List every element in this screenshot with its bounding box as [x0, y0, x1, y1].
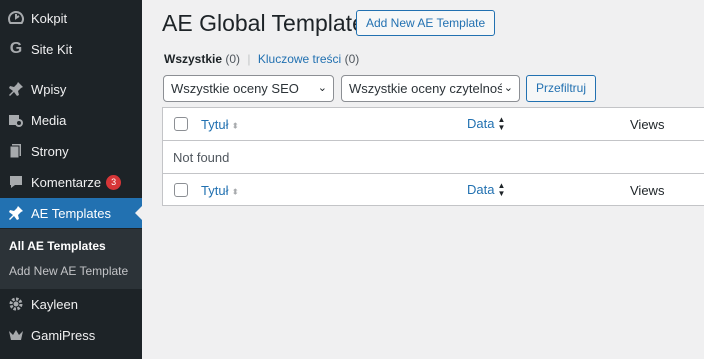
sort-desc-icon: ▲ ▼ — [497, 181, 506, 199]
view-filter-links: Wszystkie (0) | Kluczowe treści (0) — [164, 52, 359, 66]
column-date-footer[interactable]: Data ▲ ▼ — [467, 182, 505, 199]
view-all-count: (0) — [225, 52, 241, 66]
sort-icon: ⬍ — [231, 187, 240, 197]
column-views-footer: Views — [630, 182, 665, 198]
column-title-header[interactable]: Tytuł ⬍ — [201, 117, 239, 132]
column-date-label: Data — [467, 181, 495, 197]
submenu-all-ae-templates[interactable]: All AE Templates — [9, 239, 106, 253]
view-cornerstone-count: (0) — [344, 52, 360, 66]
table-header-row: Tytuł ⬍ Data ▲ ▼ Views — [163, 108, 704, 141]
menu-item-label: Komentarze — [31, 174, 102, 190]
menu-item-ae-templates[interactable]: AE Templates — [0, 198, 142, 228]
pages-icon — [6, 141, 26, 161]
empty-message: Not found — [173, 150, 230, 165]
chevron-down-icon: ⌄ — [501, 76, 513, 101]
menu-item-label: Site Kit — [31, 41, 73, 57]
column-title-label: Tytuł — [201, 116, 229, 132]
page-title: AE Global Templates — [162, 10, 377, 36]
select-all-checkbox[interactable] — [174, 183, 188, 197]
view-all-link[interactable]: Wszystkie — [164, 52, 222, 66]
menu-item-gamipress[interactable]: GamiPress — [0, 320, 142, 350]
menu-item-label: Kokpit — [31, 10, 68, 26]
readability-select-value: Wszystkie oceny czytelności — [349, 81, 513, 96]
sort-desc-icon: ▲ ▼ — [497, 115, 506, 133]
comment-count-badge: 3 — [106, 174, 122, 190]
menu-item-komentarze[interactable]: Komentarze 3 — [0, 167, 142, 197]
sort-icon: ⬍ — [231, 121, 240, 131]
add-new-template-button[interactable]: Add New AE Template — [356, 10, 496, 36]
pushpin-icon — [6, 79, 26, 99]
seo-score-select[interactable]: Wszystkie oceny SEO ⌄ — [163, 75, 334, 102]
menu-item-site-kit[interactable]: G Site Kit — [0, 34, 142, 64]
readability-score-select[interactable]: Wszystkie oceny czytelności ⌄ — [341, 75, 520, 102]
menu-item-label: Strony — [31, 143, 69, 159]
submenu-add-new-ae-template[interactable]: Add New AE Template — [9, 264, 128, 278]
active-menu-arrow — [135, 206, 142, 220]
menu-item-kayleen[interactable]: Kayleen — [0, 289, 142, 319]
filter-button[interactable]: Przefiltruj — [526, 75, 597, 102]
column-date-label: Data — [467, 115, 495, 131]
admin-sidebar: Kokpit G Site Kit Wpisy Media Strony Kom… — [0, 0, 142, 359]
crown-icon — [6, 325, 26, 345]
comment-icon — [6, 172, 26, 192]
column-title-footer[interactable]: Tytuł ⬍ — [201, 183, 239, 198]
menu-item-label: Media — [31, 112, 67, 128]
seo-select-value: Wszystkie oceny SEO — [171, 81, 299, 96]
menu-item-label: AE Templates — [31, 205, 111, 221]
column-date-header[interactable]: Data ▲ ▼ — [467, 116, 505, 133]
pushpin-icon — [6, 203, 26, 223]
gear-icon — [6, 294, 26, 314]
menu-item-media[interactable]: Media — [0, 105, 142, 135]
menu-item-label: Kayleen — [31, 296, 78, 312]
media-icon — [6, 110, 26, 130]
menu-item-kokpit[interactable]: Kokpit — [0, 3, 142, 33]
menu-item-strony[interactable]: Strony — [0, 136, 142, 166]
dashboard-icon — [6, 8, 26, 28]
menu-item-label: Wpisy — [31, 81, 67, 97]
select-all-checkbox[interactable] — [174, 117, 188, 131]
table-row: Not found — [163, 141, 704, 174]
column-views-header: Views — [630, 116, 665, 132]
menu-item-wpisy[interactable]: Wpisy — [0, 74, 142, 104]
view-separator: | — [247, 52, 251, 66]
templates-table: Tytuł ⬍ Data ▲ ▼ Views Not found Tytuł ⬍ Dat… — [162, 107, 704, 206]
ae-templates-submenu: All AE Templates Add New AE Template — [0, 229, 142, 289]
table-footer-row: Tytuł ⬍ Data ▲ ▼ Views — [163, 173, 704, 206]
google-g-icon: G — [9, 40, 23, 57]
view-cornerstone-link[interactable]: Kluczowe treści — [258, 52, 341, 66]
column-title-label: Tytuł — [201, 182, 229, 198]
chevron-down-icon: ⌄ — [317, 82, 327, 94]
menu-item-label: GamiPress — [31, 327, 96, 343]
